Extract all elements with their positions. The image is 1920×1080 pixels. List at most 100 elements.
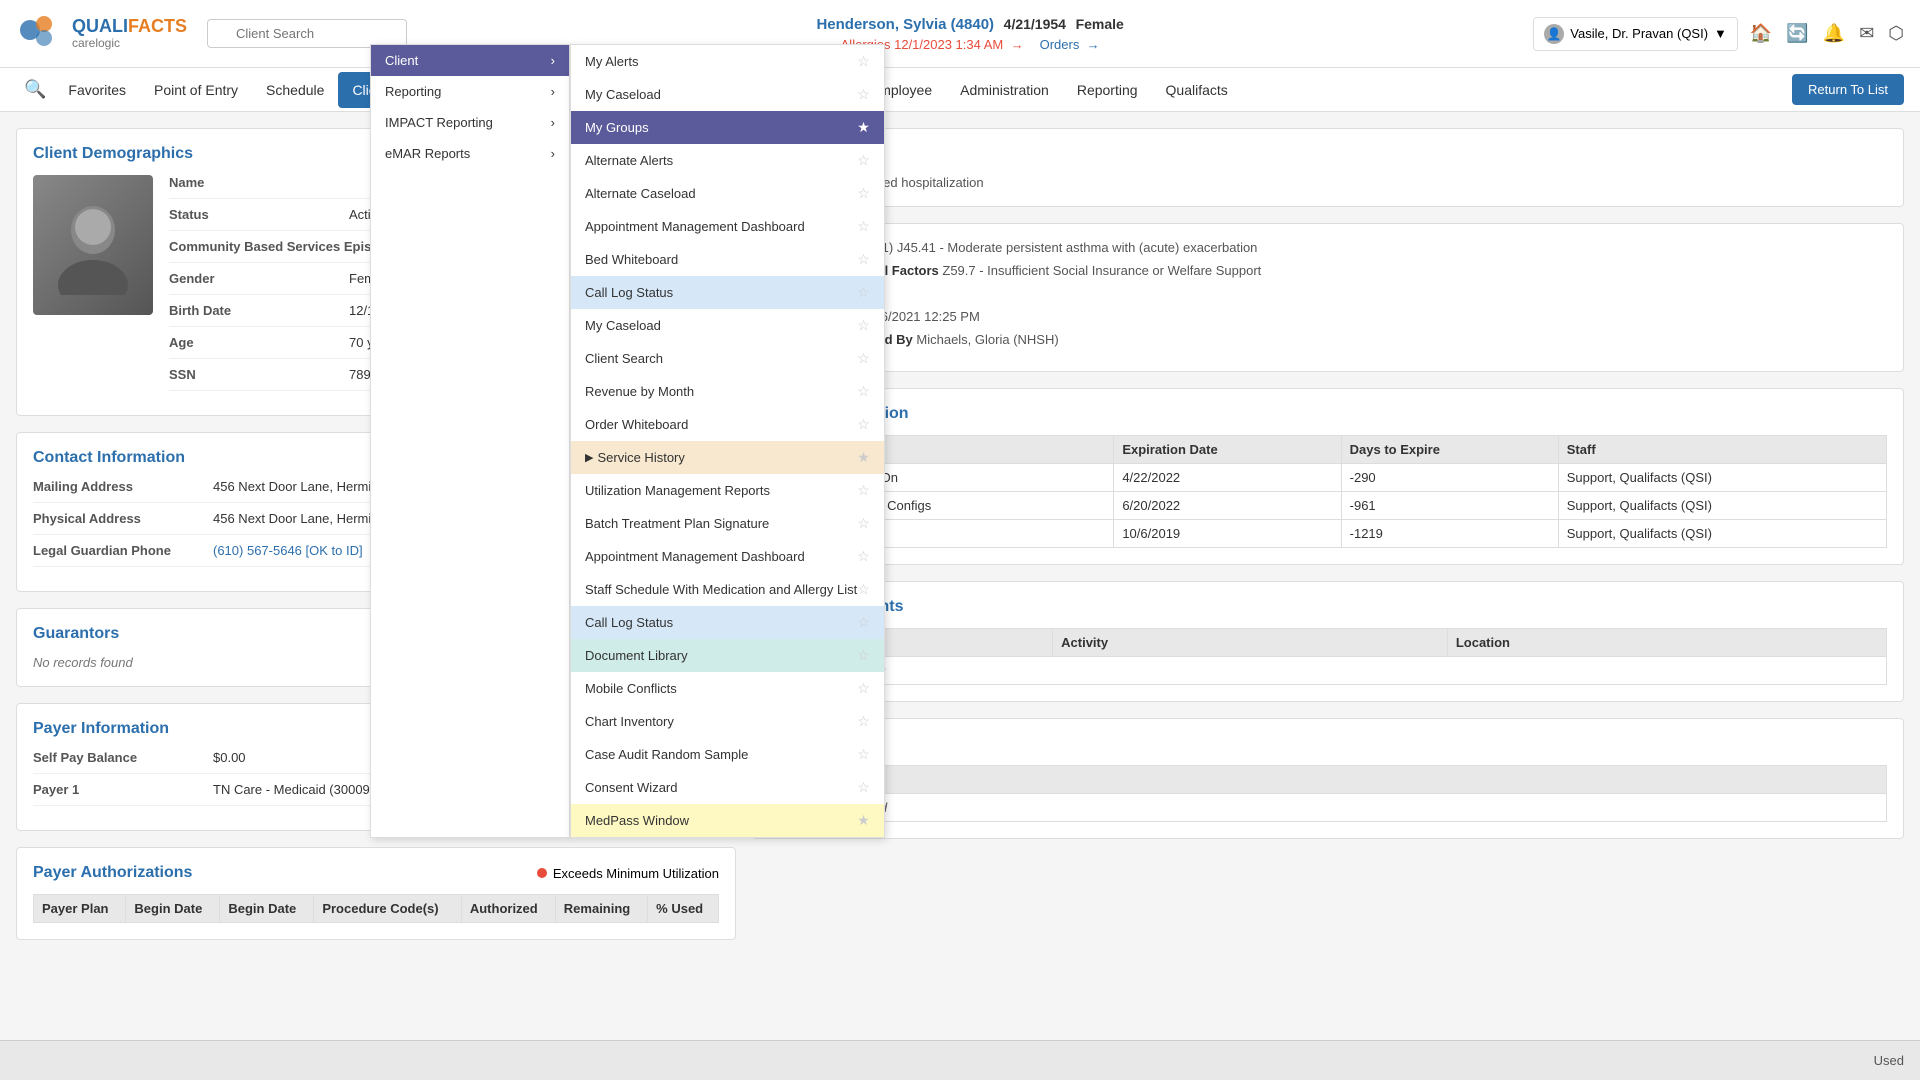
star-icon-my-caseload[interactable]: ☆: [857, 86, 870, 103]
dropdown-emar-label: eMAR Reports: [385, 146, 470, 161]
star-icon-appt-mgmt[interactable]: ☆: [857, 218, 870, 235]
expiry-date-1: 4/22/2022: [1114, 464, 1341, 492]
return-to-list-button[interactable]: Return To List: [1792, 74, 1904, 105]
ccd-import-section: CCD Import CCD Import Date No Records Fo…: [752, 718, 1904, 839]
dropdown-impact-reporting[interactable]: IMPACT Reporting ›: [371, 107, 569, 138]
dropdown-staff-schedule[interactable]: Staff Schedule With Medication and Aller…: [571, 573, 884, 606]
dropdown-alternate-alerts[interactable]: Alternate Alerts ☆: [571, 144, 884, 177]
dropdown-alternate-caseload[interactable]: Alternate Caseload ☆: [571, 177, 884, 210]
plan-expiration-title: ...t Plan Expiration: [769, 405, 1887, 423]
auth-col-remaining: Remaining: [555, 895, 647, 923]
dropdown-col1: Client › Reporting › IMPACT Reporting › …: [370, 44, 570, 838]
dropdown-call-log-status[interactable]: Call Log Status ☆: [571, 276, 884, 309]
star-icon-batch-treatment[interactable]: ☆: [857, 515, 870, 532]
dropdown-utilization-mgmt[interactable]: Utilization Management Reports ☆: [571, 474, 884, 507]
auth-col-begin2: Begin Date: [220, 895, 314, 923]
appointments-table: Staff Activity Location ...ng Appointmen…: [769, 628, 1887, 685]
expiry-col-days: Days to Expire: [1341, 436, 1558, 464]
dropdown-service-history[interactable]: ▶ Service History ★: [571, 441, 884, 474]
star-icon-alternate-alerts[interactable]: ☆: [857, 152, 870, 169]
demo-label-age: Age: [169, 335, 349, 350]
star-icon-staff-schedule[interactable]: ☆: [857, 581, 870, 598]
nav-item-reporting[interactable]: Reporting: [1063, 72, 1152, 108]
nav-item-point-of-entry[interactable]: Point of Entry: [140, 72, 252, 108]
star-icon-case-audit[interactable]: ☆: [857, 746, 870, 763]
dropdown-appt-mgmt-dashboard[interactable]: Appointment Management Dashboard ☆: [571, 210, 884, 243]
appointments-section: ...g Appointments Staff Activity Locatio…: [752, 581, 1904, 702]
dropdown-my-caseload2[interactable]: My Caseload ☆: [571, 309, 884, 342]
star-icon-mobile-conflicts[interactable]: ☆: [857, 680, 870, 697]
star-icon-my-groups[interactable]: ★: [857, 119, 870, 136]
star-icon-call-log-status[interactable]: ☆: [857, 284, 870, 301]
dropdown-consent-wizard[interactable]: Consent Wizard ☆: [571, 771, 884, 804]
header-right: 👤 Vasile, Dr. Pravan (QSI) ▼ 🏠 🔄 🔔 ✉ ⬡: [1533, 17, 1904, 51]
nav-search-icon[interactable]: 🔍: [16, 71, 54, 108]
patient-gender: Female: [1076, 16, 1124, 32]
label-alternate-caseload: Alternate Caseload: [585, 186, 696, 201]
dropdown-emar-reports[interactable]: eMAR Reports ›: [371, 138, 569, 169]
star-icon-alternate-caseload[interactable]: ☆: [857, 185, 870, 202]
star-icon-chart-inventory[interactable]: ☆: [857, 713, 870, 730]
ccd-import-table: CCD Import Date No Records Found: [769, 765, 1887, 822]
star-icon-utilization-mgmt[interactable]: ☆: [857, 482, 870, 499]
label-call-log-status: Call Log Status: [585, 285, 673, 300]
dropdown-order-whiteboard[interactable]: Order Whiteboard ☆: [571, 408, 884, 441]
nav-item-favorites[interactable]: Favorites: [54, 72, 140, 108]
user-button[interactable]: 👤 Vasile, Dr. Pravan (QSI) ▼: [1533, 17, 1738, 51]
expiry-row-3: ...tered Plan 10/6/2019 -1219 Support, Q…: [770, 520, 1887, 548]
dropdown-document-library[interactable]: Document Library ☆: [571, 639, 884, 672]
dropdown-my-alerts[interactable]: My Alerts ☆: [571, 45, 884, 78]
star-icon-revenue-by-month[interactable]: ☆: [857, 383, 870, 400]
patient-name: Henderson, Sylvia (4840): [816, 16, 994, 33]
star-icon-bed-whiteboard[interactable]: ☆: [857, 251, 870, 268]
dropdown-appt-mgmt2[interactable]: Appointment Management Dashboard ☆: [571, 540, 884, 573]
nav-bar: 🔍 Favorites Point of Entry Schedule Clie…: [0, 68, 1920, 112]
star-icon-order-whiteboard[interactable]: ☆: [857, 416, 870, 433]
dx-value-recorded-by: Michaels, Gloria (NHSH): [916, 332, 1058, 347]
client-photo: [33, 175, 153, 315]
nav-item-qualifacts[interactable]: Qualifacts: [1152, 72, 1242, 108]
contact-label-physical: Physical Address: [33, 511, 213, 526]
status-used-label: Used: [1874, 1053, 1904, 1068]
payer-value-balance: $0.00: [213, 750, 246, 765]
appt-col-location: Location: [1447, 629, 1886, 657]
logo-area: QUALI FACTS carelogic: [16, 10, 187, 58]
dropdown-revenue-by-month[interactable]: Revenue by Month ☆: [571, 375, 884, 408]
star-icon-call-log-status2[interactable]: ☆: [857, 614, 870, 631]
dropdown-batch-treatment[interactable]: Batch Treatment Plan Signature ☆: [571, 507, 884, 540]
nav-item-schedule[interactable]: Schedule: [252, 72, 338, 108]
dropdown-chart-inventory[interactable]: Chart Inventory ☆: [571, 705, 884, 738]
patient-orders[interactable]: Orders →: [1040, 37, 1100, 52]
home-icon[interactable]: 🏠: [1750, 23, 1772, 44]
dropdown-my-groups[interactable]: My Groups ★: [571, 111, 884, 144]
refresh-icon[interactable]: 🔄: [1786, 23, 1808, 44]
demo-label-episode: Community Based Services Episode: [169, 239, 394, 254]
dropdown-case-audit[interactable]: Case Audit Random Sample ☆: [571, 738, 884, 771]
dropdown-bed-whiteboard[interactable]: Bed Whiteboard ☆: [571, 243, 884, 276]
star-icon-my-caseload2[interactable]: ☆: [857, 317, 870, 334]
mail-icon[interactable]: ✉: [1859, 23, 1874, 44]
dropdown-my-caseload[interactable]: My Caseload ☆: [571, 78, 884, 111]
dx-row-recorded-by: ...agnosis Recorded By Michaels, Gloria …: [769, 332, 1887, 347]
logout-icon[interactable]: ⬡: [1888, 23, 1904, 44]
dropdown-reporting[interactable]: Reporting ›: [371, 76, 569, 107]
expiry-staff-3: Support, Qualifacts (QSI): [1558, 520, 1886, 548]
left-arrow-icon: ▶: [585, 451, 593, 464]
dropdown-medpass-window[interactable]: MedPass Window ★: [571, 804, 884, 837]
bell-icon[interactable]: 🔔: [1823, 23, 1845, 44]
right-panel: Board ecent fall that required hospitali…: [752, 128, 1904, 956]
dropdown-client-search[interactable]: Client Search ☆: [571, 342, 884, 375]
dropdown-mobile-conflicts[interactable]: Mobile Conflicts ☆: [571, 672, 884, 705]
expiry-row-1: Plan - All Configs On 4/22/2022 -290 Sup…: [770, 464, 1887, 492]
star-icon-consent-wizard[interactable]: ☆: [857, 779, 870, 796]
star-icon-service-history[interactable]: ★: [857, 449, 870, 466]
contact-value-guardian[interactable]: (610) 567-5646 [OK to ID]: [213, 543, 363, 558]
star-icon-document-library[interactable]: ☆: [857, 647, 870, 664]
star-icon-appt-mgmt2[interactable]: ☆: [857, 548, 870, 565]
dropdown-client[interactable]: Client ›: [371, 45, 569, 76]
star-icon-my-alerts[interactable]: ☆: [857, 53, 870, 70]
nav-item-administration[interactable]: Administration: [946, 72, 1063, 108]
star-icon-medpass-window[interactable]: ★: [857, 812, 870, 829]
star-icon-client-search[interactable]: ☆: [857, 350, 870, 367]
dropdown-call-log-status2[interactable]: Call Log Status ☆: [571, 606, 884, 639]
